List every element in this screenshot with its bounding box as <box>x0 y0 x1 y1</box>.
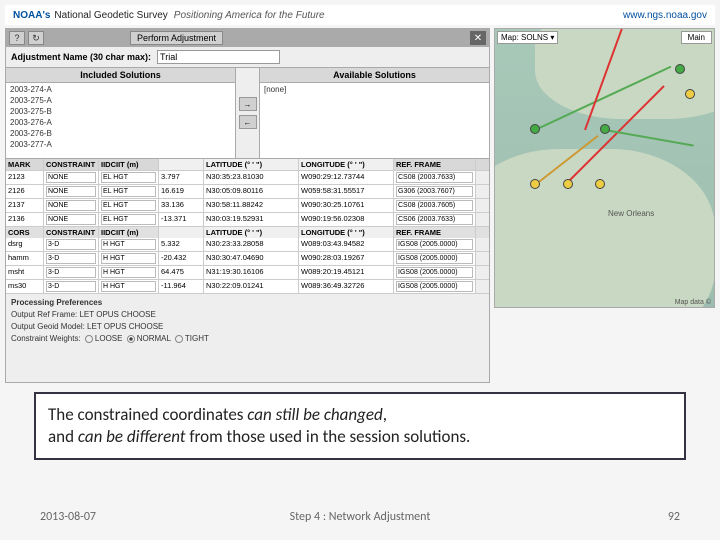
included-solutions-header: Included Solutions <box>6 68 235 83</box>
processing-preferences: Processing Preferences Output Ref Frame:… <box>6 294 489 348</box>
table-row: hamm 3-D H HGT -20.432 N30:30:47.04690 W… <box>6 252 489 266</box>
list-item[interactable]: 2003-276-A <box>10 117 231 128</box>
footer-date: 2013-08-07 <box>40 510 96 524</box>
pref-output-refframe: Output Ref Frame: LET OPUS CHOOSE <box>11 309 484 321</box>
adjustment-dialog: ? ↻ Perform Adjustment ✕ Adjustment Name… <box>5 28 490 383</box>
map-node-icon[interactable] <box>563 179 573 189</box>
close-button[interactable]: ✕ <box>470 31 486 45</box>
list-item[interactable]: 2003-277-A <box>10 139 231 150</box>
adjustment-name-input[interactable] <box>157 50 280 64</box>
map-node-icon[interactable] <box>530 124 540 134</box>
map-node-icon[interactable] <box>530 179 540 189</box>
callout-box: The constrained coordinates can still be… <box>34 392 686 460</box>
refframe-select[interactable]: CS08 (2003.7633) <box>396 172 473 183</box>
radio-normal[interactable] <box>127 335 135 343</box>
move-right-button[interactable]: → <box>239 97 257 111</box>
map-node-icon[interactable] <box>600 124 610 134</box>
map-node-icon[interactable] <box>595 179 605 189</box>
move-left-button[interactable]: ← <box>239 115 257 129</box>
noaa-label: NOAA's <box>13 10 50 21</box>
available-solutions-list[interactable]: [none] <box>260 83 489 158</box>
list-item[interactable]: 2003-275-B <box>10 106 231 117</box>
table-row: 2137 NONE EL HGT 33.136 N30:58:11.88242 … <box>6 199 489 213</box>
transfer-buttons: → ← <box>236 68 260 158</box>
list-item[interactable]: 2003-274-A <box>10 84 231 95</box>
refresh-button[interactable]: ↻ <box>28 31 44 45</box>
included-solutions-panel: Included Solutions 2003-274-A 2003-275-A… <box>6 68 236 158</box>
constraint-select[interactable]: NONE <box>46 172 96 183</box>
perform-adjustment-button[interactable]: Perform Adjustment <box>130 31 223 45</box>
map-city-label: New Orleans <box>608 209 654 218</box>
col-idcnt: IIDCIIT (m) <box>99 159 159 170</box>
table-row: msht 3-D H HGT 64.475 N31:19:30.16106 W0… <box>6 266 489 280</box>
col-constraint: CONSTRAINT <box>44 159 99 170</box>
list-item[interactable]: 2003-276-B <box>10 128 231 139</box>
table-row: 2126 NONE EL HGT 16.619 N30:05:09.80116 … <box>6 185 489 199</box>
dialog-toolbar: ? ↻ Perform Adjustment ✕ <box>6 29 489 47</box>
radio-tight[interactable] <box>175 335 183 343</box>
footer-page: 92 <box>668 510 680 524</box>
map-main-button[interactable]: Main <box>681 31 712 44</box>
list-item: [none] <box>264 84 485 95</box>
header-url: www.ngs.noaa.gov <box>623 10 707 21</box>
table-row: 2123 NONE EL HGT 3.797 N30:35:23.81030 W… <box>6 171 489 185</box>
table-row: ms30 3-D H HGT -11.964 N30:22:09.01241 W… <box>6 280 489 294</box>
map-panel[interactable]: Map: SOLNS ▾ Main New Orleans Map data © <box>494 28 715 308</box>
col-cors: CORS <box>6 227 44 238</box>
map-type-select[interactable]: Map: SOLNS ▾ <box>497 31 558 44</box>
footer-step: Step 4 : Network Adjustment <box>290 510 431 524</box>
available-solutions-panel: Available Solutions [none] <box>260 68 489 158</box>
pref-output-geoid: Output Geoid Model: LET OPUS CHOOSE <box>11 321 484 333</box>
marks-grid: MARK CONSTRAINT IIDCIIT (m) LATITUDE (° … <box>6 159 489 294</box>
available-solutions-header: Available Solutions <box>260 68 489 83</box>
col-mark: MARK <box>6 159 44 170</box>
slide-footer: 2013-08-07 Step 4 : Network Adjustment 9… <box>0 510 720 524</box>
col-lat: LATITUDE (° ' ") <box>204 159 299 170</box>
table-row: 2136 NONE EL HGT -13.371 N30:03:19.52931… <box>6 213 489 227</box>
prefs-title: Processing Preferences <box>11 297 484 309</box>
tagline: Positioning America for the Future <box>174 10 325 21</box>
help-button[interactable]: ? <box>9 31 25 45</box>
adjustment-name-label: Adjustment Name (30 char max): <box>11 52 151 62</box>
list-item[interactable]: 2003-275-A <box>10 95 231 106</box>
header-band: NOAA's National Geodetic Survey Position… <box>5 5 715 25</box>
idcnt-select[interactable]: EL HGT <box>101 172 156 183</box>
pref-constraint-weights: Constraint Weights: LOOSE NORMAL TIGHT <box>11 333 484 345</box>
map-credit: Map data © <box>675 299 711 306</box>
included-solutions-list[interactable]: 2003-274-A 2003-275-A 2003-275-B 2003-27… <box>6 83 235 158</box>
ngs-label: National Geodetic Survey <box>54 10 167 21</box>
radio-loose[interactable] <box>85 335 93 343</box>
table-row: dsrg 3-D H HGT 5.332 N30:23:33.28058 W08… <box>6 238 489 252</box>
map-node-icon[interactable] <box>685 89 695 99</box>
map-node-icon[interactable] <box>675 64 685 74</box>
col-lon: LONGITUDE (° ' ") <box>299 159 394 170</box>
col-ref: REF. FRAME <box>394 159 476 170</box>
